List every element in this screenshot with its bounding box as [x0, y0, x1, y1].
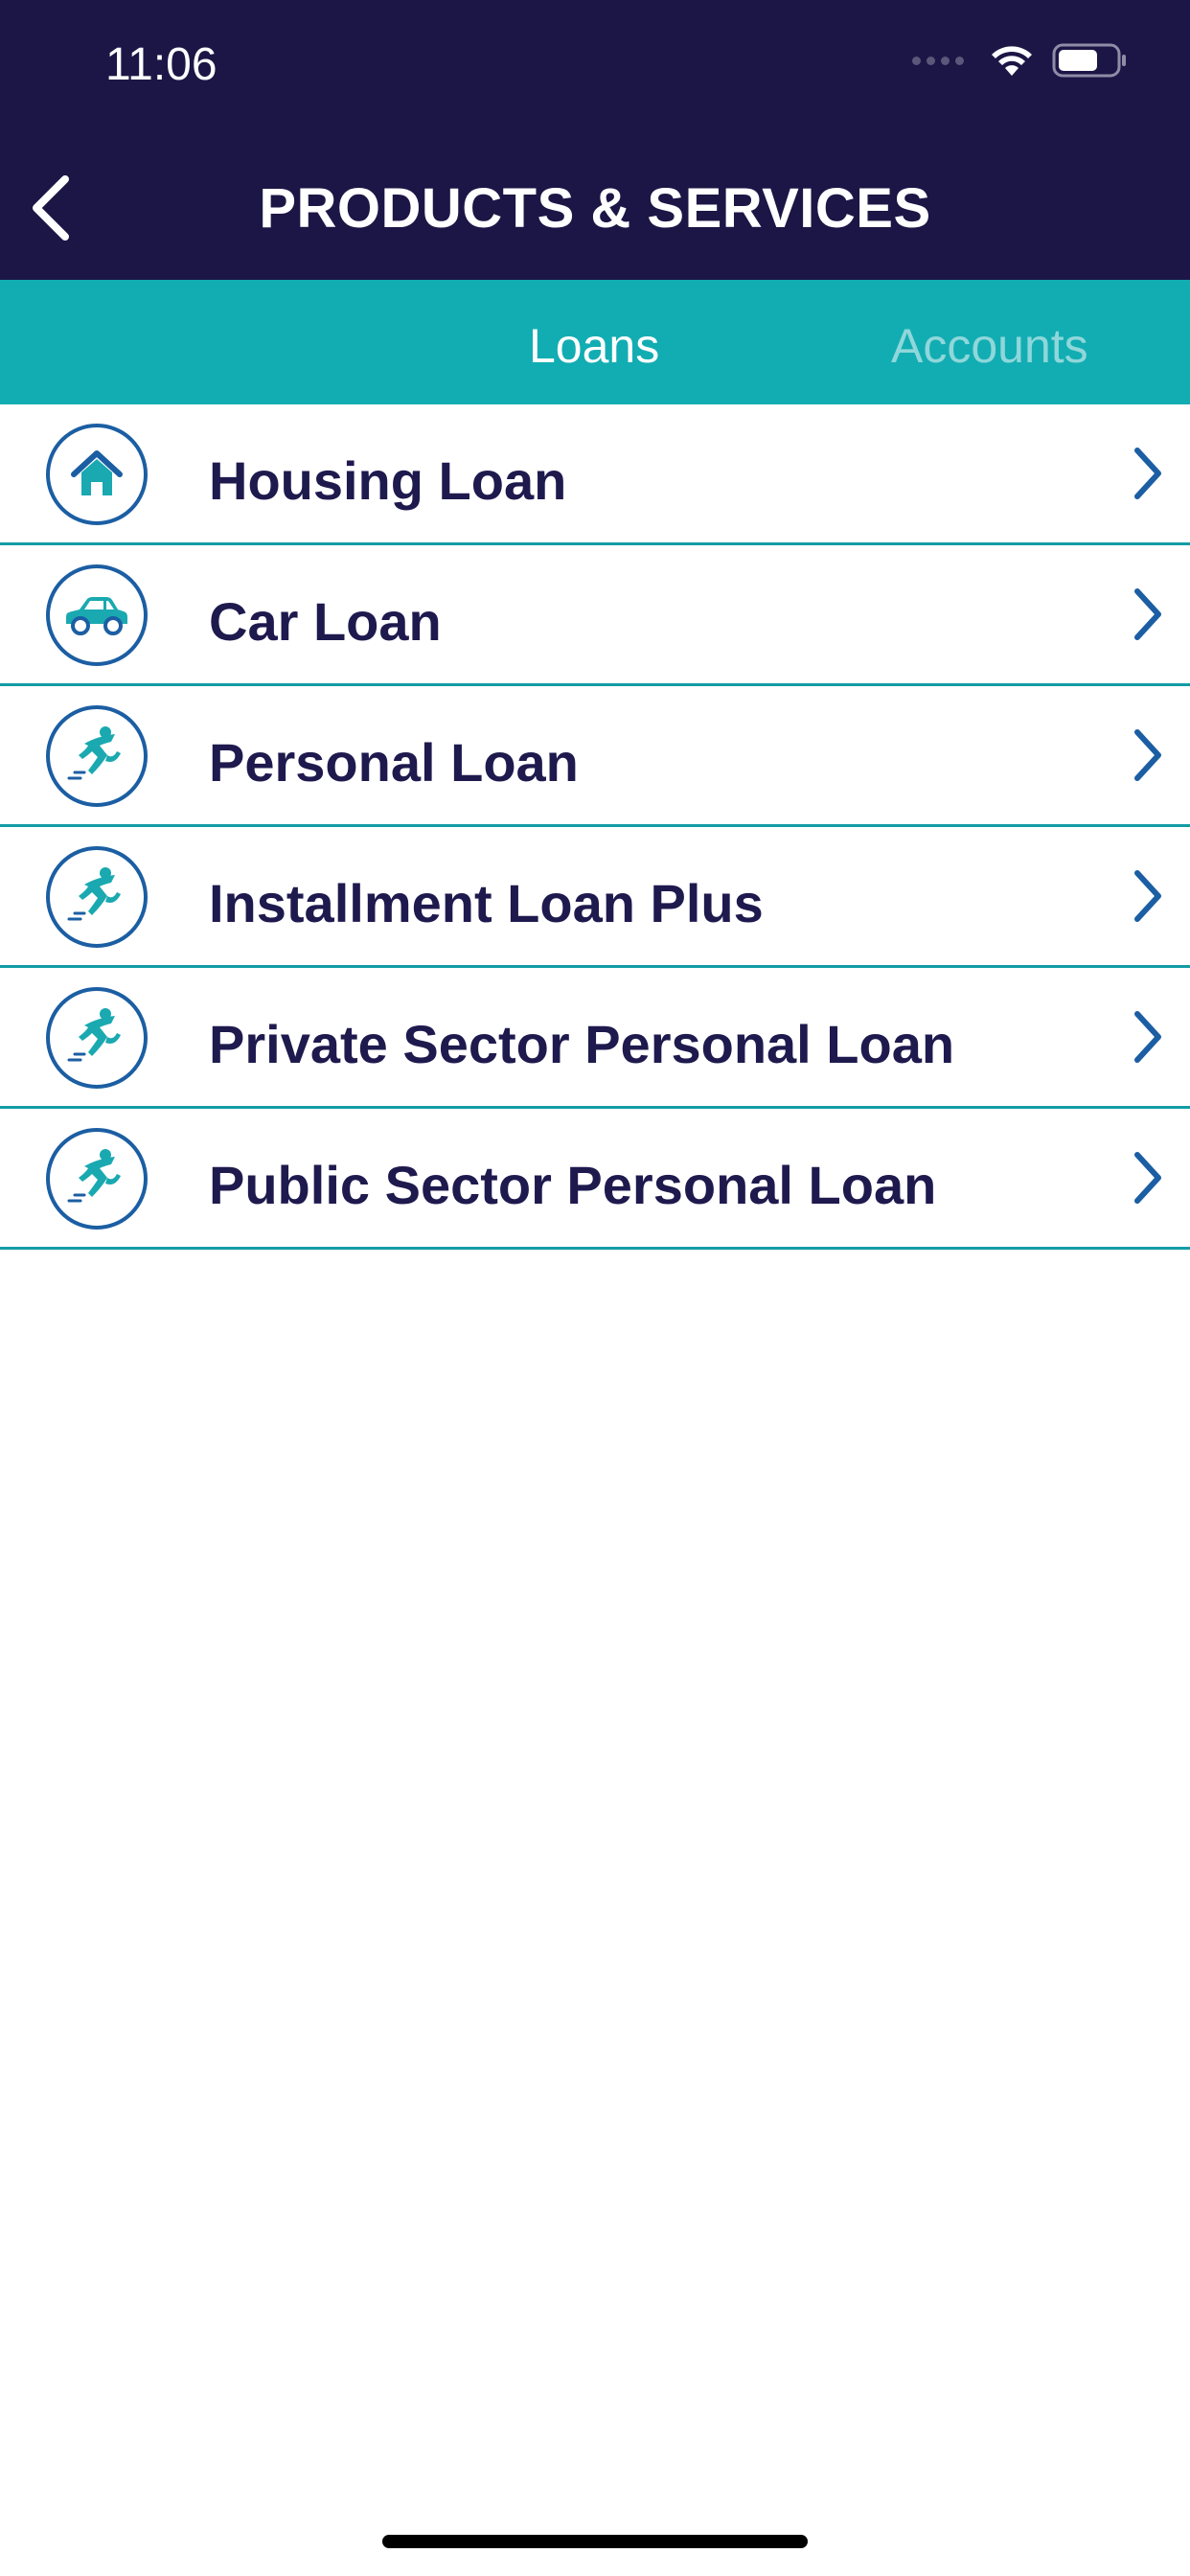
list-item-personal-loan[interactable]: Personal Loan: [0, 686, 1190, 827]
list-item-car-loan[interactable]: Car Loan: [0, 545, 1190, 686]
status-time: 11:06: [105, 39, 217, 90]
list-item-label: Car Loan: [209, 591, 442, 652]
list-item-public-sector-personal-loan[interactable]: Public Sector Personal Loan: [0, 1109, 1190, 1250]
list-item-label: Private Sector Personal Loan: [209, 1014, 955, 1074]
chevron-right-icon: [1129, 584, 1167, 645]
tab-loans[interactable]: Loans: [529, 280, 659, 404]
chevron-right-icon: [1129, 1147, 1167, 1208]
running-person-icon: [46, 1128, 148, 1230]
status-indicators: [912, 42, 1129, 79]
list-item-installment-loan-plus[interactable]: Installment Loan Plus: [0, 827, 1190, 968]
cellular-signal-icon: [912, 56, 964, 65]
app-header: 11:06 PRODUCTS & SERVICES: [0, 0, 1190, 280]
list-item-label: Personal Loan: [209, 732, 579, 793]
battery-icon: [1052, 43, 1126, 78]
chevron-right-icon: [1129, 865, 1167, 927]
chevron-right-icon: [1129, 1006, 1167, 1068]
loan-list: Housing Loan Car Loan Personal Loan Inst…: [0, 404, 1190, 1250]
list-item-label: Installment Loan Plus: [209, 873, 764, 933]
wifi-icon: [992, 46, 1032, 76]
chevron-right-icon: [1129, 724, 1167, 786]
list-item-label: Public Sector Personal Loan: [209, 1155, 937, 1215]
page-title: PRODUCTS & SERVICES: [259, 177, 931, 240]
home-indicator[interactable]: [382, 2535, 808, 2548]
list-item-private-sector-personal-loan[interactable]: Private Sector Personal Loan: [0, 968, 1190, 1109]
running-person-icon: [46, 705, 148, 807]
chevron-right-icon: [1129, 443, 1167, 504]
running-person-icon: [46, 987, 148, 1089]
tab-accounts[interactable]: Accounts: [891, 280, 1088, 404]
list-item-label: Housing Loan: [209, 450, 567, 511]
tab-bar: Loans Accounts: [0, 280, 1190, 404]
list-item-housing-loan[interactable]: Housing Loan: [0, 404, 1190, 545]
car-icon: [46, 564, 148, 666]
house-icon: [46, 424, 148, 525]
running-person-icon: [46, 846, 148, 948]
